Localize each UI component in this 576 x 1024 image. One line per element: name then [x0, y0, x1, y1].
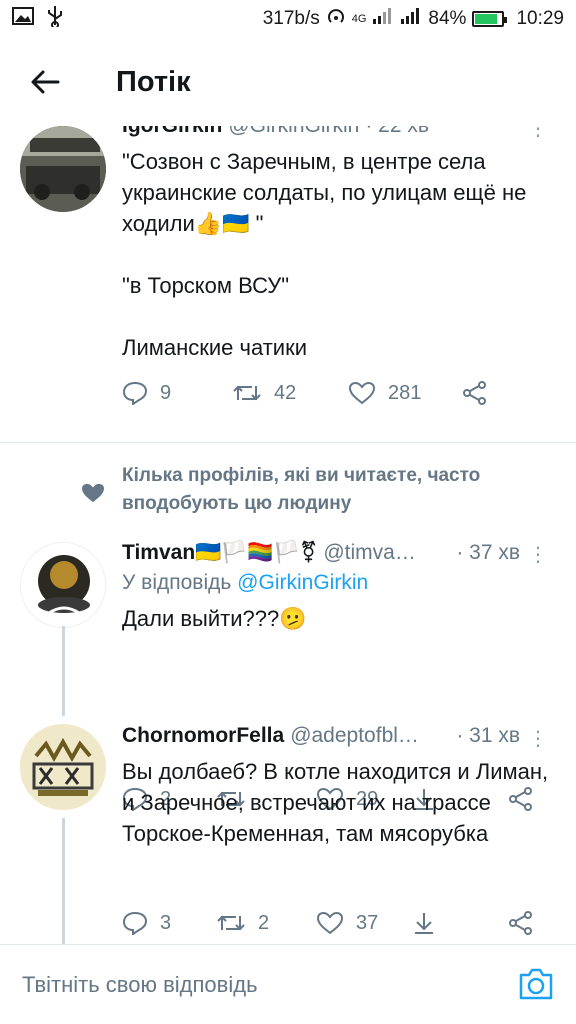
like-button[interactable]: 281 — [348, 381, 462, 405]
social-context: Кілька профілів, які ви читаєте, часто в… — [122, 465, 481, 514]
reply-count: 3 — [160, 911, 172, 934]
like-button[interactable]: 37 — [316, 911, 412, 935]
share-icon — [463, 381, 486, 405]
more-options-icon[interactable]: ⋮ — [528, 545, 548, 565]
retweet-icon — [233, 385, 261, 401]
more-options-icon[interactable]: ⋮ — [528, 126, 548, 139]
author-name[interactable]: IgorGirkin — [122, 126, 222, 138]
share-button[interactable] — [462, 381, 488, 405]
feed: IgorGirkin @GirkinGirkin · 22 хв "Созвон… — [0, 126, 576, 944]
tweet-actions: 3 2 37 — [122, 908, 556, 938]
thread-line — [62, 626, 65, 716]
usb-icon — [46, 5, 64, 33]
divider — [0, 442, 576, 443]
download-button[interactable] — [412, 911, 508, 935]
reply-button[interactable]: 3 — [122, 911, 216, 935]
tweet-time: · 37 хв — [456, 541, 520, 564]
status-bar: 317b/s 4G 84% 10:29 — [0, 0, 576, 38]
reply-count: 9 — [160, 381, 172, 404]
gallery-icon — [12, 7, 34, 31]
heart-icon — [316, 911, 344, 935]
signal-icon-1 — [372, 7, 394, 31]
hotspot-icon — [326, 6, 346, 32]
retweet-button[interactable]: 2 — [216, 912, 316, 935]
back-button[interactable] — [0, 38, 90, 126]
more-options-icon[interactable]: ⋮ — [528, 729, 548, 749]
header: Потік — [0, 38, 576, 126]
reply-icon — [122, 381, 148, 405]
tweet-time: · 31 хв — [456, 724, 520, 747]
battery-icon — [472, 11, 508, 27]
tweet-text: Дали выйти???🫤 — [122, 606, 307, 631]
clock: 10:29 — [516, 8, 564, 29]
page-title: Потік — [116, 65, 191, 98]
camera-icon — [519, 968, 553, 999]
download-icon — [415, 913, 433, 934]
signal-icon-2 — [400, 7, 422, 31]
thread-line — [62, 818, 65, 944]
battery-percent: 84% — [428, 8, 467, 29]
arrow-left-icon — [31, 70, 60, 94]
tweet-time: · 22 хв — [365, 126, 429, 138]
reply-context: У відповідь @GirkinGirkin — [122, 571, 556, 595]
tweet-chornomorfella[interactable]: ChornomorFella @adeptofbl… · 31 хв Вы до… — [0, 718, 576, 944]
reply-button[interactable]: 9 — [122, 381, 232, 405]
tweet-text: Вы долбаеб? В котле находится и Лиман, и… — [122, 759, 555, 846]
network-speed: 317b/s — [262, 8, 320, 29]
retweet-button[interactable]: 42 — [232, 382, 348, 405]
tweet-girkin[interactable]: IgorGirkin @GirkinGirkin · 22 хв "Созвон… — [0, 126, 576, 442]
share-icon — [509, 911, 532, 935]
author-handle[interactable]: @GirkinGirkin — [228, 126, 359, 138]
tweet-actions: 9 42 281 — [122, 378, 556, 408]
retweet-icon — [217, 915, 245, 931]
avatar-chornomorfella[interactable] — [20, 724, 106, 810]
author-handle[interactable]: @adeptofbl… — [290, 724, 419, 748]
author-handle[interactable]: @timva… — [323, 541, 416, 565]
retweet-count: 42 — [274, 381, 297, 404]
tweet-timvan[interactable]: Timvan🇺🇦🏳️🏳️‍🌈🏳️⚧ @timva… · 37 хв У відп… — [0, 530, 576, 811]
camera-button[interactable] — [518, 967, 554, 1003]
author-name[interactable]: Timvan🇺🇦🏳️🏳️‍🌈🏳️⚧ — [122, 540, 317, 565]
avatar-timvan[interactable] — [20, 542, 106, 628]
tweet-text: "Созвон с Заречным, в центре села украин… — [122, 149, 527, 360]
reply-compose-bar: Твітніть свою відповідь — [0, 944, 576, 1024]
like-count: 37 — [356, 911, 379, 934]
heart-icon — [348, 381, 376, 405]
reply-mention-link[interactable]: @GirkinGirkin — [237, 571, 368, 594]
reply-icon — [122, 911, 148, 935]
retweet-count: 2 — [258, 911, 270, 934]
reply-label: У відповідь — [122, 571, 232, 594]
avatar-girkin[interactable] — [20, 126, 106, 212]
reply-input[interactable]: Твітніть свою відповідь — [22, 972, 518, 998]
like-count: 281 — [388, 381, 422, 404]
network-type: 4G — [351, 13, 367, 25]
heart-filled-icon — [82, 483, 104, 503]
author-name[interactable]: ChornomorFella — [122, 724, 284, 748]
share-button[interactable] — [508, 911, 534, 935]
